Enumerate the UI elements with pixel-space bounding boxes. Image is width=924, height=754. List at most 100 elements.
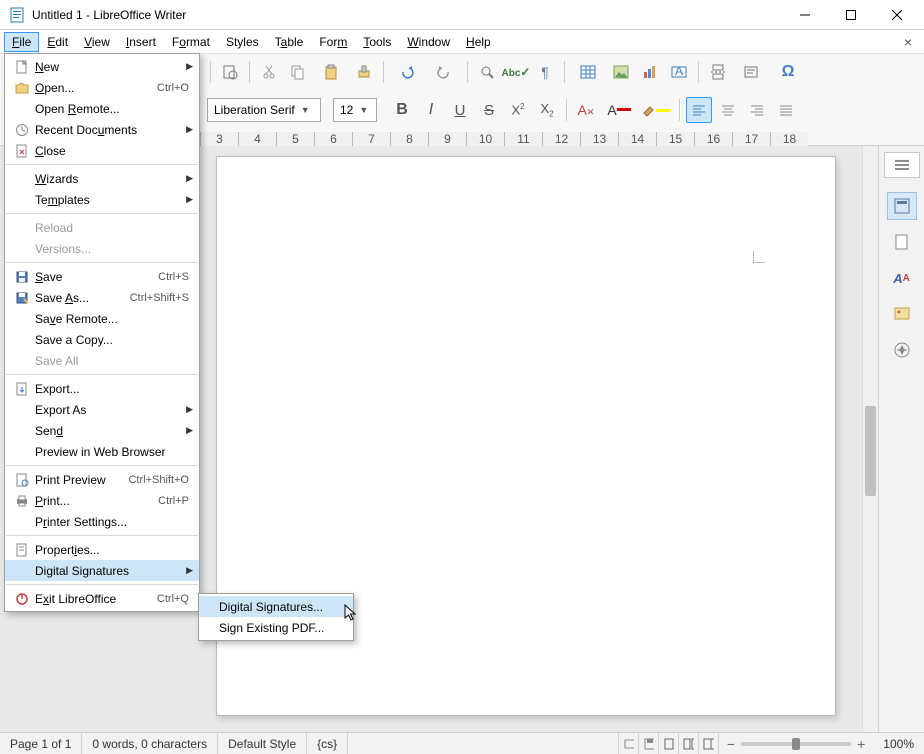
submenu-sign-pdf[interactable]: Sign Existing PDF... [199, 617, 353, 638]
menu-save[interactable]: SaveCtrl+S [5, 266, 199, 287]
menu-table[interactable]: Table [267, 32, 312, 52]
menu-file[interactable]: File [4, 32, 39, 52]
sidebar-navigator-button[interactable] [887, 336, 917, 364]
cut-button[interactable] [256, 59, 282, 85]
menu-insert[interactable]: Insert [118, 32, 164, 52]
submenu-digital-signatures[interactable]: Digital Signatures... [199, 596, 353, 617]
scrollbar-thumb[interactable] [865, 406, 876, 496]
menu-styles[interactable]: Styles [218, 32, 267, 52]
insert-table-button[interactable] [571, 59, 605, 85]
find-button[interactable] [474, 59, 500, 85]
insert-image-button[interactable] [608, 59, 634, 85]
svg-text:A: A [675, 64, 683, 78]
menu-send[interactable]: Send▶ [5, 420, 199, 441]
insert-chart-button[interactable] [637, 59, 663, 85]
subscript-button[interactable]: X2 [534, 97, 560, 123]
formatting-marks-button[interactable]: ¶ [532, 59, 558, 85]
menu-export[interactable]: Export... [5, 378, 199, 399]
maximize-button[interactable] [828, 0, 874, 30]
menu-separator [6, 262, 198, 263]
insert-pagebreak-button[interactable] [705, 59, 731, 85]
menu-close[interactable]: Close [5, 140, 199, 161]
view-multi-page-button[interactable] [679, 733, 699, 754]
menu-window[interactable]: Window [399, 32, 458, 52]
status-style[interactable]: Default Style [218, 733, 307, 754]
menu-preview-web[interactable]: Preview in Web Browser [5, 441, 199, 462]
menu-recent[interactable]: Recent Documents▶ [5, 119, 199, 140]
menu-save-all: Save All [5, 350, 199, 371]
menu-view[interactable]: View [76, 32, 118, 52]
copy-button[interactable] [285, 59, 311, 85]
view-single-page-button[interactable] [659, 733, 679, 754]
minimize-button[interactable] [782, 0, 828, 30]
superscript-button[interactable]: X2 [505, 97, 531, 123]
menu-help[interactable]: Help [458, 32, 499, 52]
menu-new[interactable]: New▶ [5, 56, 199, 77]
sidebar-styles-button[interactable]: AA [887, 264, 917, 292]
toolbar-separator [467, 61, 468, 83]
menu-open[interactable]: Open...Ctrl+O [5, 77, 199, 98]
menu-save-remote[interactable]: Save Remote... [5, 308, 199, 329]
spellcheck-button[interactable]: Abc✓ [503, 59, 529, 85]
menu-properties[interactable]: Properties... [5, 539, 199, 560]
menu-save-as[interactable]: Save As...Ctrl+Shift+S [5, 287, 199, 308]
align-left-button[interactable] [686, 97, 712, 123]
window-title: Untitled 1 - LibreOffice Writer [32, 8, 782, 22]
align-justify-button[interactable] [773, 97, 799, 123]
insert-special-char-button[interactable]: Ω [771, 59, 805, 85]
menu-printer-settings[interactable]: Printer Settings... [5, 511, 199, 532]
menu-templates[interactable]: Templates▶ [5, 189, 199, 210]
view-book-button[interactable] [699, 733, 719, 754]
menu-digital-signatures[interactable]: Digital Signatures▶ [5, 560, 199, 581]
menu-save-copy[interactable]: Save a Copy... [5, 329, 199, 350]
zoom-in-button[interactable]: + [857, 736, 865, 752]
menu-format[interactable]: Format [164, 32, 218, 52]
close-window-button[interactable] [874, 0, 920, 30]
underline-button[interactable]: U [447, 97, 473, 123]
strikethrough-button[interactable]: S [476, 97, 502, 123]
zoom-slider[interactable] [741, 742, 851, 746]
sidebar-settings-button[interactable] [884, 152, 920, 178]
redo-button[interactable] [427, 59, 461, 85]
insert-textbox-button[interactable]: A [666, 59, 692, 85]
vertical-scrollbar[interactable] [862, 146, 878, 732]
status-language[interactable]: {cs} [307, 733, 348, 754]
menu-exit[interactable]: Exit LibreOfficeCtrl+Q [5, 588, 199, 609]
zoom-out-button[interactable]: − [727, 736, 735, 752]
status-wordcount[interactable]: 0 words, 0 characters [82, 733, 218, 754]
undo-button[interactable] [390, 59, 424, 85]
menu-edit[interactable]: Edit [39, 32, 76, 52]
clone-formatting-button[interactable] [351, 59, 377, 85]
menu-form[interactable]: Form [311, 32, 355, 52]
menu-wizards[interactable]: Wizards▶ [5, 168, 199, 189]
align-right-button[interactable] [744, 97, 770, 123]
status-signature-icon[interactable] [619, 733, 639, 754]
menu-print[interactable]: Print...Ctrl+P [5, 490, 199, 511]
print-preview-button[interactable] [217, 59, 243, 85]
font-name-combo[interactable]: Liberation Serif▼ [207, 98, 321, 122]
status-page[interactable]: Page 1 of 1 [0, 733, 82, 754]
status-save-icon[interactable] [639, 733, 659, 754]
horizontal-ruler[interactable]: 3456789101112131415161718 [200, 132, 808, 146]
zoom-percent[interactable]: 100% [873, 733, 924, 754]
save-as-icon [11, 291, 33, 305]
menu-open-remote[interactable]: Open Remote... [5, 98, 199, 119]
font-color-button[interactable]: A [602, 97, 636, 123]
insert-field-button[interactable] [734, 59, 768, 85]
paste-button[interactable] [314, 59, 348, 85]
close-document-button[interactable]: × [896, 34, 920, 50]
zoom-slider-thumb[interactable] [792, 738, 800, 750]
menu-versions: Versions... [5, 238, 199, 259]
sidebar-page-button[interactable] [887, 228, 917, 256]
menu-tools[interactable]: Tools [355, 32, 399, 52]
sidebar-gallery-button[interactable] [887, 300, 917, 328]
sidebar-properties-button[interactable] [887, 192, 917, 220]
menu-print-preview[interactable]: Print PreviewCtrl+Shift+O [5, 469, 199, 490]
highlight-button[interactable] [639, 97, 673, 123]
font-size-combo[interactable]: 12▼ [333, 98, 377, 122]
align-center-button[interactable] [715, 97, 741, 123]
bold-button[interactable]: B [389, 97, 415, 123]
italic-button[interactable]: I [418, 97, 444, 123]
menu-export-as[interactable]: Export As▶ [5, 399, 199, 420]
clear-formatting-button[interactable]: A✕ [573, 97, 599, 123]
